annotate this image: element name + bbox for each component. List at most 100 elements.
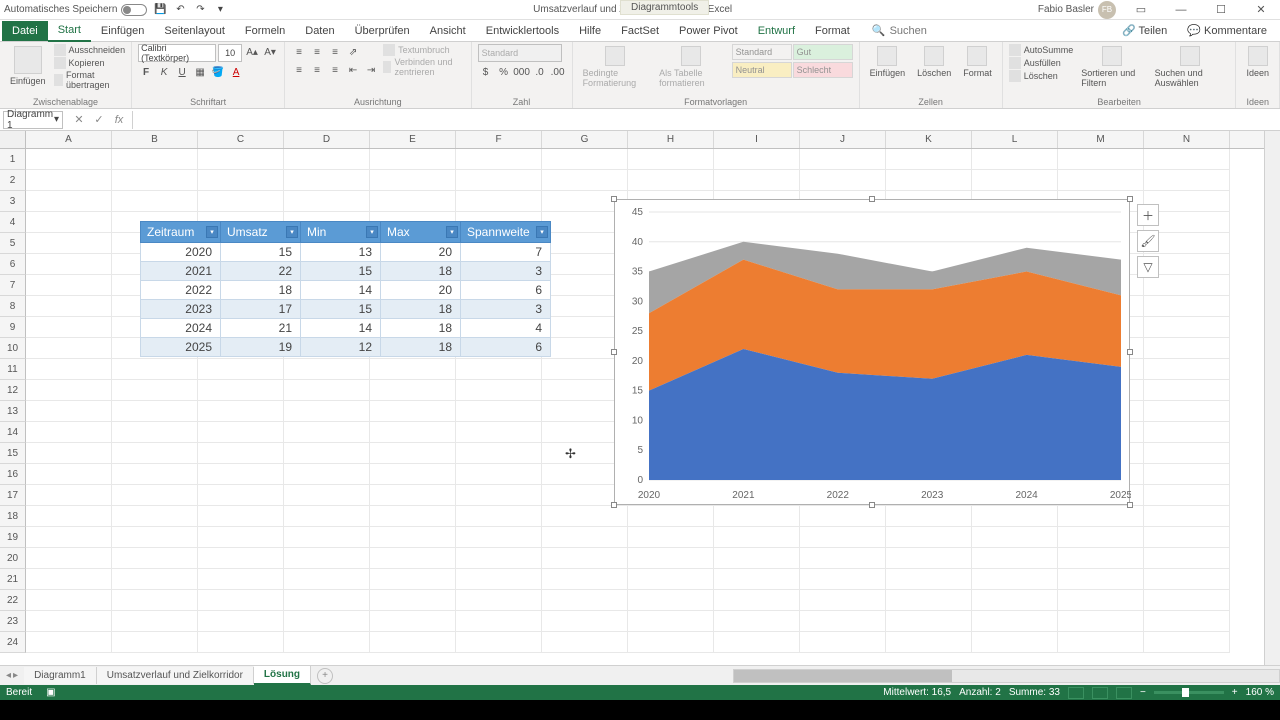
row-header[interactable]: 20 [0, 548, 26, 569]
col-header[interactable]: N [1144, 131, 1230, 148]
close-icon[interactable]: ✕ [1246, 1, 1276, 19]
filter-icon[interactable]: ▾ [536, 226, 548, 238]
minimize-icon[interactable]: — [1166, 1, 1196, 19]
sheet-add-button[interactable]: + [317, 668, 333, 684]
th-max[interactable]: Max▾ [381, 222, 461, 243]
tab-entwicklertools[interactable]: Entwicklertools [476, 21, 569, 41]
row-header[interactable]: 5 [0, 233, 26, 254]
horizontal-scrollbar[interactable] [733, 669, 1280, 683]
autosave-toggle[interactable]: Automatisches Speichern [4, 4, 147, 16]
row-header[interactable]: 13 [0, 401, 26, 422]
row-header[interactable]: 9 [0, 317, 26, 338]
orientation-icon[interactable]: ⇗ [345, 44, 361, 60]
view-page-break-icon[interactable] [1116, 687, 1132, 699]
filter-icon[interactable]: ▾ [366, 226, 378, 238]
zellen-format-button[interactable]: Format [959, 44, 996, 80]
resize-handle[interactable] [611, 502, 617, 508]
row-header[interactable]: 12 [0, 380, 26, 401]
select-all-corner[interactable] [0, 131, 26, 148]
resize-handle[interactable] [1127, 349, 1133, 355]
zoom-slider[interactable] [1154, 691, 1224, 694]
col-header[interactable]: I [714, 131, 800, 148]
row-header[interactable]: 24 [0, 632, 26, 653]
tab-einfuegen[interactable]: Einfügen [91, 21, 154, 41]
sheet-tab-umsatzverlauf[interactable]: Umsatzverlauf und Zielkorridor [97, 667, 254, 684]
border-icon[interactable]: ▦ [192, 64, 208, 80]
bold-icon[interactable]: F [138, 64, 154, 80]
zoom-level[interactable]: 160 % [1246, 687, 1274, 698]
col-header[interactable]: A [26, 131, 112, 148]
sheet-tab-loesung[interactable]: Lösung [254, 666, 311, 685]
filter-icon[interactable]: ▾ [286, 226, 298, 238]
align-right-icon[interactable]: ≡ [327, 62, 343, 78]
align-middle-icon[interactable]: ≡ [309, 44, 325, 60]
ideen-button[interactable]: Ideen [1242, 44, 1273, 80]
row-header[interactable]: 22 [0, 590, 26, 611]
row-header[interactable]: 21 [0, 569, 26, 590]
tab-factset[interactable]: FactSet [611, 21, 669, 41]
tab-ansicht[interactable]: Ansicht [420, 21, 476, 41]
ausschneiden-button[interactable]: Ausschneiden [54, 44, 126, 56]
row-header[interactable]: 11 [0, 359, 26, 380]
filter-icon[interactable]: ▾ [446, 226, 458, 238]
row-header[interactable]: 18 [0, 506, 26, 527]
chevron-down-icon[interactable]: ▾ [54, 114, 59, 125]
row-header[interactable]: 1 [0, 149, 26, 170]
loeschen-edit-button[interactable]: Löschen [1009, 70, 1074, 82]
view-normal-icon[interactable] [1068, 687, 1084, 699]
col-header[interactable]: M [1058, 131, 1144, 148]
filter-icon[interactable]: ▾ [206, 226, 218, 238]
row-header[interactable]: 16 [0, 464, 26, 485]
row-header[interactable]: 17 [0, 485, 26, 506]
fill-color-icon[interactable]: 🪣 [210, 64, 226, 80]
resize-handle[interactable] [869, 502, 875, 508]
col-header[interactable]: J [800, 131, 886, 148]
sheet-nav-first-icon[interactable]: ◂ [6, 670, 11, 681]
grow-font-icon[interactable]: A▴ [244, 44, 260, 60]
save-icon[interactable]: 💾 [153, 3, 167, 17]
redo-icon[interactable]: ↷ [193, 3, 207, 17]
underline-icon[interactable]: U [174, 64, 190, 80]
col-header[interactable]: F [456, 131, 542, 148]
autosumme-button[interactable]: AutoSumme [1009, 44, 1074, 56]
italic-icon[interactable]: K [156, 64, 172, 80]
formula-input[interactable] [133, 111, 1280, 129]
indent-right-icon[interactable]: ⇥ [363, 62, 379, 78]
tab-format[interactable]: Format [805, 21, 860, 41]
suchen-auswaehlen-button[interactable]: Suchen und Auswählen [1151, 44, 1230, 90]
vertical-scrollbar[interactable] [1264, 131, 1280, 665]
col-header[interactable]: D [284, 131, 370, 148]
resize-handle[interactable] [611, 196, 617, 202]
zellen-einfuegen-button[interactable]: Einfügen [866, 44, 910, 80]
maximize-icon[interactable]: ☐ [1206, 1, 1236, 19]
tab-ueberpruefen[interactable]: Überprüfen [345, 21, 420, 41]
resize-handle[interactable] [1127, 502, 1133, 508]
sortieren-button[interactable]: Sortieren und Filtern [1077, 44, 1146, 90]
row-header[interactable]: 14 [0, 422, 26, 443]
tab-datei[interactable]: Datei [2, 21, 48, 41]
resize-handle[interactable] [869, 196, 875, 202]
search-ribbon[interactable]: 🔍 Suchen [872, 24, 927, 37]
tab-start[interactable]: Start [48, 20, 91, 42]
ausfuellen-button[interactable]: Ausfüllen [1009, 57, 1074, 69]
format-uebertragen-button[interactable]: Format übertragen [54, 70, 126, 90]
row-header[interactable]: 23 [0, 611, 26, 632]
th-zeitraum[interactable]: Zeitraum▾ [141, 222, 221, 243]
shrink-font-icon[interactable]: A▾ [262, 44, 278, 60]
row-header[interactable]: 19 [0, 527, 26, 548]
chart-filter-button[interactable]: ▽ [1137, 256, 1159, 278]
macro-record-icon[interactable]: ▣ [46, 687, 55, 698]
row-header[interactable]: 10 [0, 338, 26, 359]
resize-handle[interactable] [611, 349, 617, 355]
view-page-layout-icon[interactable] [1092, 687, 1108, 699]
einfuegen-button[interactable]: Einfügen [6, 44, 50, 88]
tab-daten[interactable]: Daten [295, 21, 344, 41]
row-header[interactable]: 2 [0, 170, 26, 191]
th-min[interactable]: Min▾ [301, 222, 381, 243]
qat-customize-icon[interactable]: ▾ [213, 3, 227, 17]
align-left-icon[interactable]: ≡ [291, 62, 307, 78]
tab-seitenlayout[interactable]: Seitenlayout [154, 21, 235, 41]
align-top-icon[interactable]: ≡ [291, 44, 307, 60]
row-header[interactable]: 7 [0, 275, 26, 296]
chart-styles-button[interactable]: 🖌 [1137, 230, 1159, 252]
